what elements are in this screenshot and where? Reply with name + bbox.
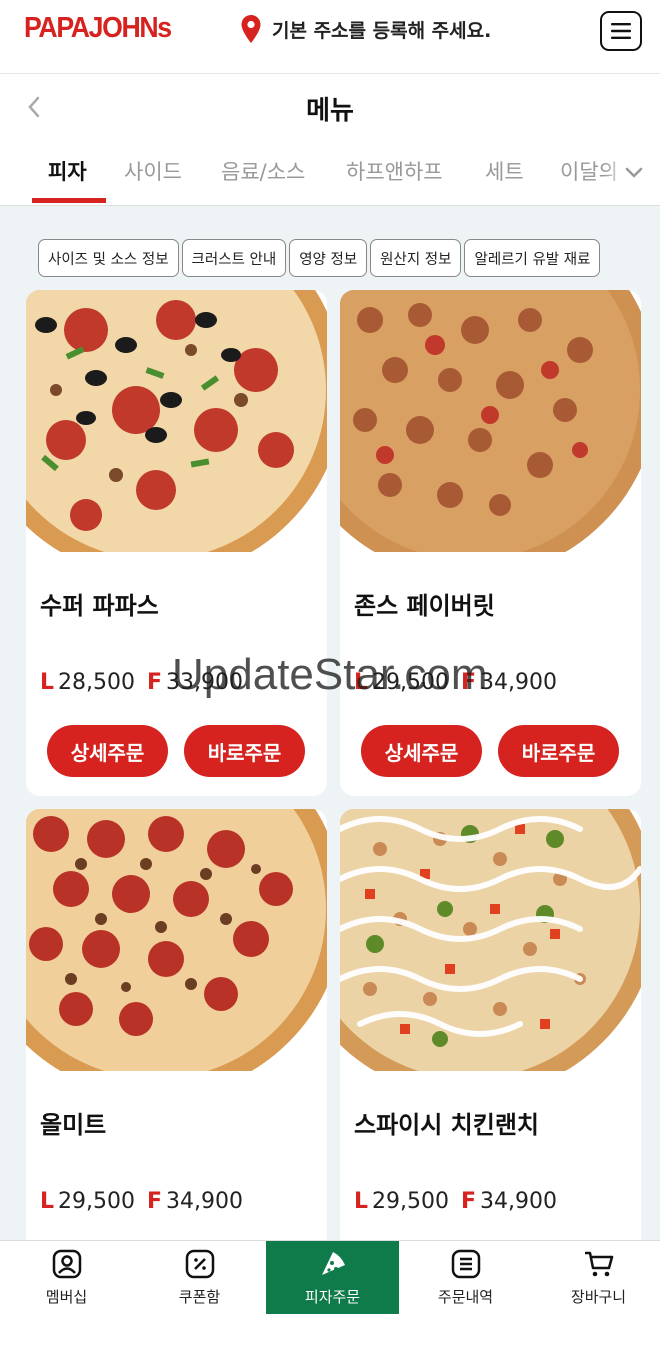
product-card[interactable]: 존스 페이버릿 L 29,500 F 34,900 상세주문 바로주문: [340, 290, 641, 796]
address-selector[interactable]: 기본 주소를 등록해 주세요.: [240, 14, 491, 44]
chip-allergen-info[interactable]: 알레르기 유발 재료: [464, 239, 601, 277]
tab-set[interactable]: 세트: [485, 156, 524, 186]
product-name: 수퍼 파파스: [40, 592, 159, 620]
chip-size-sauce-info[interactable]: 사이즈 및 소스 정보: [38, 239, 179, 277]
pizza-image: [26, 809, 327, 1071]
chip-crust-guide[interactable]: 크러스트 안내: [181, 239, 287, 277]
title-bar: 메뉴: [0, 74, 660, 140]
nav-label: 쿠폰함: [178, 1288, 221, 1306]
product-name: 스파이시 치킨랜치: [354, 1111, 539, 1139]
hamburger-icon: [611, 23, 631, 39]
price-family: 34,900: [480, 1189, 558, 1214]
tab-half-and-half[interactable]: 하프앤하프: [346, 156, 443, 186]
product-prices: L 29,500 F 34,900: [40, 1189, 243, 1214]
bottom-navigation: 멤버십 쿠폰함 피자주문 주문내역 장바구니: [0, 1240, 660, 1347]
product-prices: L 28,500 F 33,900: [40, 670, 243, 695]
pizza-image: [340, 809, 641, 1071]
chip-nutrition-info[interactable]: 영양 정보: [289, 239, 368, 277]
address-text: 기본 주소를 등록해 주세요.: [272, 19, 492, 42]
pizza-image: [26, 290, 327, 552]
nav-cart[interactable]: 장바구니: [532, 1241, 660, 1314]
detail-order-button[interactable]: 상세주문: [47, 725, 168, 777]
size-family-label: F: [147, 670, 163, 695]
size-family-label: F: [147, 1189, 163, 1214]
hamburger-menu-button[interactable]: [600, 11, 642, 51]
nav-coupons[interactable]: 쿠폰함: [133, 1241, 266, 1314]
size-large-label: L: [40, 1189, 55, 1214]
size-family-label: F: [461, 1189, 477, 1214]
size-large-label: L: [354, 1189, 369, 1214]
price-large: 28,500: [58, 670, 136, 695]
tab-side[interactable]: 사이드: [124, 156, 182, 186]
price-family: 33,900: [166, 670, 244, 695]
price-family: 34,900: [480, 670, 558, 695]
product-name: 올미트: [40, 1111, 107, 1139]
nav-pizza-order[interactable]: 피자주문: [266, 1241, 399, 1314]
pizza-slice-icon: [321, 1252, 345, 1275]
top-bar: PAPAJOHNs 기본 주소를 등록해 주세요.: [0, 0, 660, 74]
price-large: 29,500: [58, 1189, 136, 1214]
price-family: 34,900: [166, 1189, 244, 1214]
active-tab-indicator: [32, 198, 106, 203]
detail-order-button[interactable]: 상세주문: [361, 725, 482, 777]
pizza-image: [340, 290, 641, 552]
chip-origin-info[interactable]: 원산지 정보: [370, 239, 462, 277]
size-large-label: L: [354, 670, 369, 695]
quick-order-button[interactable]: 바로주문: [498, 725, 619, 777]
coupon-icon: [185, 1249, 214, 1279]
chevron-down-icon[interactable]: [622, 160, 646, 184]
product-prices: L 29,500 F 34,900: [354, 670, 557, 695]
price-large: 29,500: [372, 1189, 450, 1214]
tab-pizza[interactable]: 피자: [48, 156, 87, 186]
size-family-label: F: [461, 670, 477, 695]
nav-label: 장바구니: [570, 1288, 627, 1306]
info-chips: 사이즈 및 소스 정보 크러스트 안내 영양 정보 원산지 정보 알레르기 유발…: [38, 239, 601, 277]
nav-label: 주문내역: [437, 1288, 494, 1306]
member-icon: [52, 1249, 81, 1279]
location-pin-icon: [241, 15, 261, 43]
size-large-label: L: [40, 670, 55, 695]
nav-label: 멤버십: [45, 1288, 88, 1306]
nav-label: 피자주문: [304, 1288, 361, 1306]
cart-icon: [584, 1251, 613, 1277]
order-history-icon: [451, 1249, 480, 1279]
quick-order-button[interactable]: 바로주문: [184, 725, 305, 777]
product-prices: L 29,500 F 34,900: [354, 1189, 557, 1214]
price-large: 29,500: [372, 670, 450, 695]
logo-text: PAPAJOHNs: [24, 12, 172, 44]
product-name: 존스 페이버릿: [354, 592, 495, 620]
page-title: 메뉴: [306, 96, 354, 126]
tab-drinks-sauce[interactable]: 음료/소스: [221, 156, 305, 186]
product-card[interactable]: 수퍼 파파스 L 28,500 F 33,900 상세주문 바로주문: [26, 290, 327, 796]
nav-membership[interactable]: 멤버십: [0, 1241, 133, 1314]
papajohns-logo[interactable]: PAPAJOHNs: [24, 12, 172, 45]
category-tabs: 피자 사이드 음료/소스 하프앤하프 세트 이달의: [0, 140, 660, 206]
nav-order-history[interactable]: 주문내역: [399, 1241, 532, 1314]
